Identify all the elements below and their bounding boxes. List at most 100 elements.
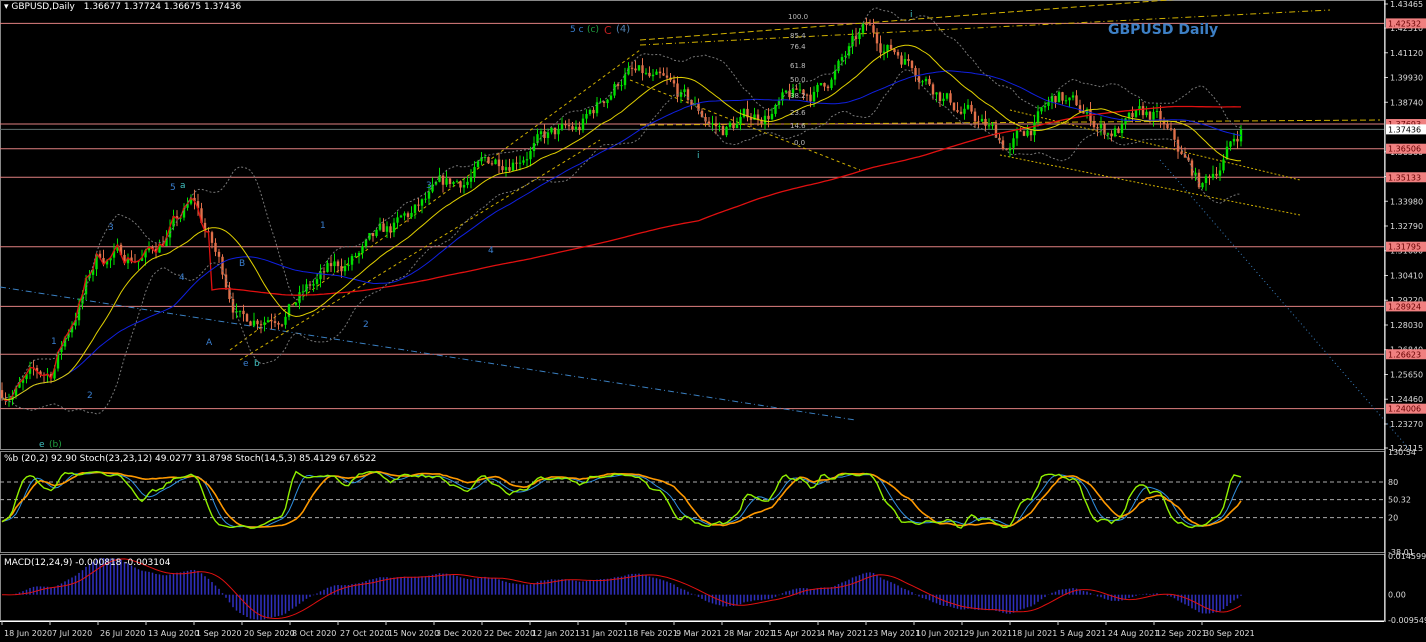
candle-body [417,204,420,206]
candle-body [963,108,966,114]
wave-label: 2 [363,320,369,330]
candle-body [564,124,567,126]
level-price-label: 1.24006 [1388,405,1421,414]
candle-body [1110,133,1113,137]
candle-body [273,321,277,323]
candle-body [921,81,924,83]
wave-label: 3 [426,181,432,191]
candle-body [578,126,581,131]
candle-body [441,175,445,185]
candle-body [571,126,574,130]
date-tick-label: 12 Jan 2021 [532,629,580,638]
candle-body [711,123,714,125]
chart-canvas[interactable]: 1.434651.423101.411201.399301.387401.363… [0,0,1426,642]
candle-body [966,104,970,109]
candle-body [245,314,249,322]
collapse-triangle-icon[interactable]: ▾ [4,2,9,12]
candle-body [984,118,987,126]
candle-body [875,32,879,44]
candle-body [1061,92,1064,101]
candle-body [336,261,340,267]
candle-body [1229,141,1232,147]
candle-body [1078,105,1082,113]
wave-label: 4 [179,273,185,283]
candle-body [490,163,494,165]
candle-body [424,198,427,200]
candle-body [879,43,882,53]
candle-body [525,159,529,161]
candle-body [907,59,910,61]
candle-body [816,84,819,92]
candle-body [389,226,392,233]
candle-body [277,322,280,325]
wave-label: b [254,359,260,369]
candle-body [427,191,431,199]
candle-body [284,316,287,325]
candle-body [1012,138,1015,148]
date-tick-label: 8 Oct 2020 [292,629,336,638]
candle-body [1026,130,1029,136]
candles [0,17,1243,407]
date-tick-label: 27 Oct 2020 [340,629,389,638]
date-tick-label: 22 Dec 2020 [484,629,535,638]
candle-body [606,99,609,104]
candle-body [812,91,816,102]
date-tick-label: 29 Jun 2021 [964,629,1012,638]
level-price-label: 1.26623 [1388,350,1421,359]
candle-body [1082,112,1085,114]
stoch-slow-line [1,470,1242,529]
date-tick-label: 18 Jun 2020 [4,629,52,638]
candle-body [1176,139,1180,152]
candle-body [210,232,214,243]
candle-body [354,256,357,258]
candle-body [1218,170,1222,176]
candle-body [522,160,525,163]
candle-body [1001,140,1005,149]
candle-body [1152,111,1155,120]
main-panel-frame [0,0,1385,450]
candle-body [630,67,634,69]
price-tick-label: 1.41120 [1390,49,1423,58]
wave-label: 3 [108,223,114,233]
candle-body [959,111,963,114]
candle-body [1131,112,1134,117]
wave-label: i [910,10,913,20]
candle-body [1043,105,1047,108]
candle-body [1215,173,1218,176]
date-tick-label: 5 Aug 2021 [1060,629,1106,638]
candle-body [987,125,991,127]
ma-50-line [1,70,1242,401]
candle-body [725,126,728,136]
candle-body [466,181,469,185]
candle-body [515,162,518,164]
candle-body [938,92,942,102]
candle-body [662,73,665,76]
candle-body [644,72,648,74]
candle-body [826,86,830,89]
price-tick-label: 1.33980 [1390,197,1423,206]
candle-body [977,121,980,123]
candle-body [448,178,452,184]
candle-body [798,89,802,91]
candle-body [805,94,809,96]
candle-body [728,122,732,127]
current-price-label: 1.37436 [1388,125,1421,134]
price-tick-label: 1.39930 [1390,74,1423,83]
candle-body [469,177,473,182]
candle-body [476,161,480,168]
trend-line [239,139,601,361]
candle-body [326,263,329,272]
candle-body [553,127,557,135]
candle-body [1222,159,1225,171]
candle-body [214,242,217,252]
candle-body [539,131,543,135]
trend-line [629,79,861,171]
date-tick-label: 1 Sep 2020 [196,629,242,638]
candle-body [462,184,466,188]
wave-label: 2 [87,391,93,401]
candle-body [455,181,459,183]
fib-level-label: 14.6 [790,122,806,130]
ma-200-line [1,105,1241,402]
candle-body [858,32,861,40]
trend-line [1159,159,1411,451]
